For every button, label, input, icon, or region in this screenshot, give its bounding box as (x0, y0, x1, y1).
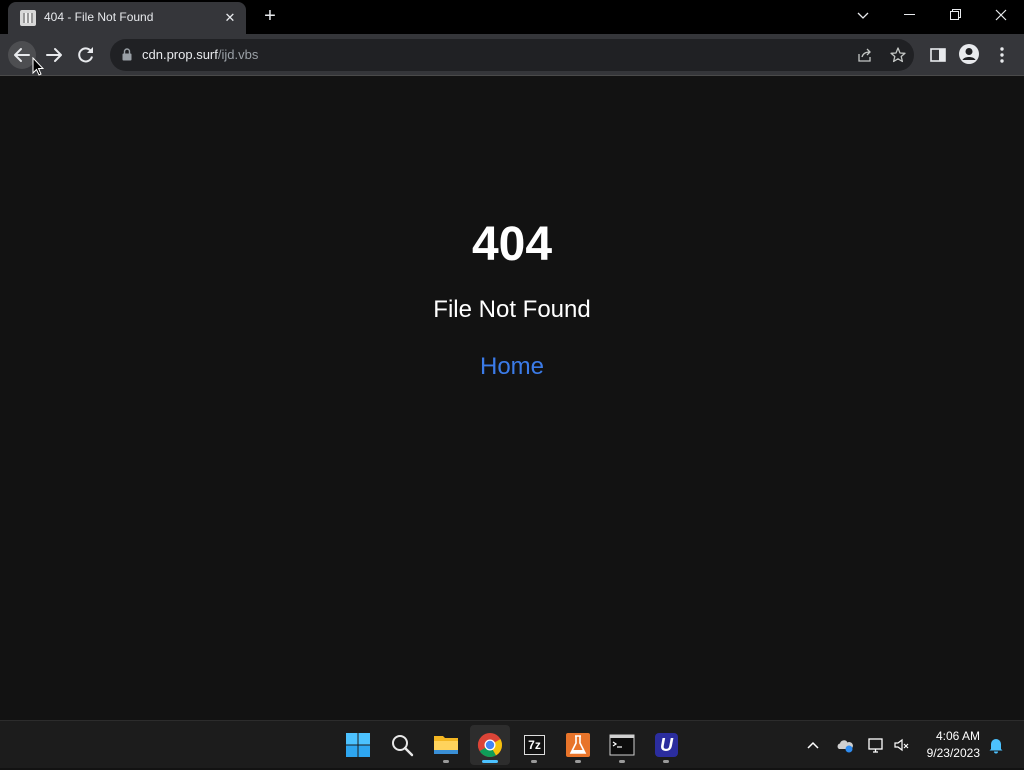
chrome-icon (477, 733, 503, 758)
new-tab-button[interactable]: + (258, 5, 282, 29)
home-link[interactable]: Home (462, 353, 562, 381)
notification-bell-icon[interactable] (986, 735, 1006, 755)
network-icon[interactable] (866, 735, 886, 755)
taskbar-search-button[interactable] (382, 725, 422, 765)
arrow-right-icon (46, 48, 62, 62)
onedrive-icon[interactable] (835, 735, 855, 755)
running-indicator (663, 760, 669, 763)
windows-taskbar: 7z U 4:06 AM 9/23/2023 (0, 720, 1024, 768)
file-explorer-app[interactable] (426, 725, 466, 765)
u-app-icon: U (655, 733, 678, 757)
share-icon[interactable] (856, 46, 874, 64)
clock-date[interactable]: 9/23/2023 (916, 746, 980, 760)
restore-icon (949, 9, 961, 20)
error-message: File Not Found (433, 296, 591, 323)
folder-icon (434, 736, 458, 754)
clock-time[interactable]: 4:06 AM (924, 729, 980, 743)
tab-title: 404 - File Not Found (44, 10, 154, 24)
running-indicator (575, 760, 581, 763)
7zip-app[interactable]: 7z (514, 725, 554, 765)
bookmark-star-icon[interactable] (889, 46, 907, 64)
side-panel-icon[interactable] (929, 46, 947, 64)
tab-close-icon[interactable]: ✕ (220, 8, 240, 28)
more-menu-icon[interactable] (994, 45, 1010, 65)
lock-icon[interactable] (122, 48, 132, 61)
terminal-icon (609, 734, 635, 756)
mouse-cursor-icon (32, 57, 44, 76)
close-icon (995, 9, 1007, 21)
browser-tab[interactable]: 404 - File Not Found ✕ (8, 2, 246, 34)
profile-avatar-icon[interactable] (958, 43, 980, 65)
url-text[interactable]: cdn.prop.surf/ijd.vbs (142, 47, 258, 62)
volume-muted-icon[interactable] (892, 735, 912, 755)
active-window-indicator (482, 760, 498, 763)
lab-tool-app[interactable] (558, 725, 598, 765)
start-button[interactable] (338, 725, 378, 765)
browser-toolbar: cdn.prop.surf/ijd.vbs (0, 34, 1024, 76)
reload-button[interactable] (72, 41, 100, 69)
error-code-heading: 404 (471, 218, 553, 271)
minimize-icon (903, 14, 915, 15)
reload-icon (78, 47, 93, 63)
forward-button[interactable] (40, 41, 68, 69)
u-app[interactable]: U (646, 725, 686, 765)
restore-button[interactable] (932, 0, 978, 30)
show-hidden-icons-chevron-icon[interactable] (803, 735, 823, 755)
address-bar[interactable]: cdn.prop.surf/ijd.vbs (110, 39, 914, 71)
chrome-app[interactable] (470, 725, 510, 765)
close-window-button[interactable] (978, 0, 1024, 30)
search-icon (392, 735, 414, 757)
url-host: cdn.prop.surf (142, 47, 218, 62)
page-content: 404 File Not Found Home (0, 77, 1024, 720)
tab-search-button[interactable] (840, 0, 886, 30)
url-path: /ijd.vbs (217, 47, 259, 62)
running-indicator (443, 760, 449, 763)
minimize-button[interactable] (886, 0, 932, 30)
running-indicator (619, 760, 625, 763)
running-indicator (531, 760, 537, 763)
chevron-down-icon (857, 12, 869, 19)
tab-strip: 404 - File Not Found ✕ + (0, 0, 1024, 34)
page-favicon-icon (20, 10, 36, 26)
windows-logo-icon (346, 733, 370, 757)
flask-icon (566, 733, 590, 757)
terminal-app[interactable] (602, 725, 642, 765)
7zip-icon: 7z (524, 735, 545, 755)
